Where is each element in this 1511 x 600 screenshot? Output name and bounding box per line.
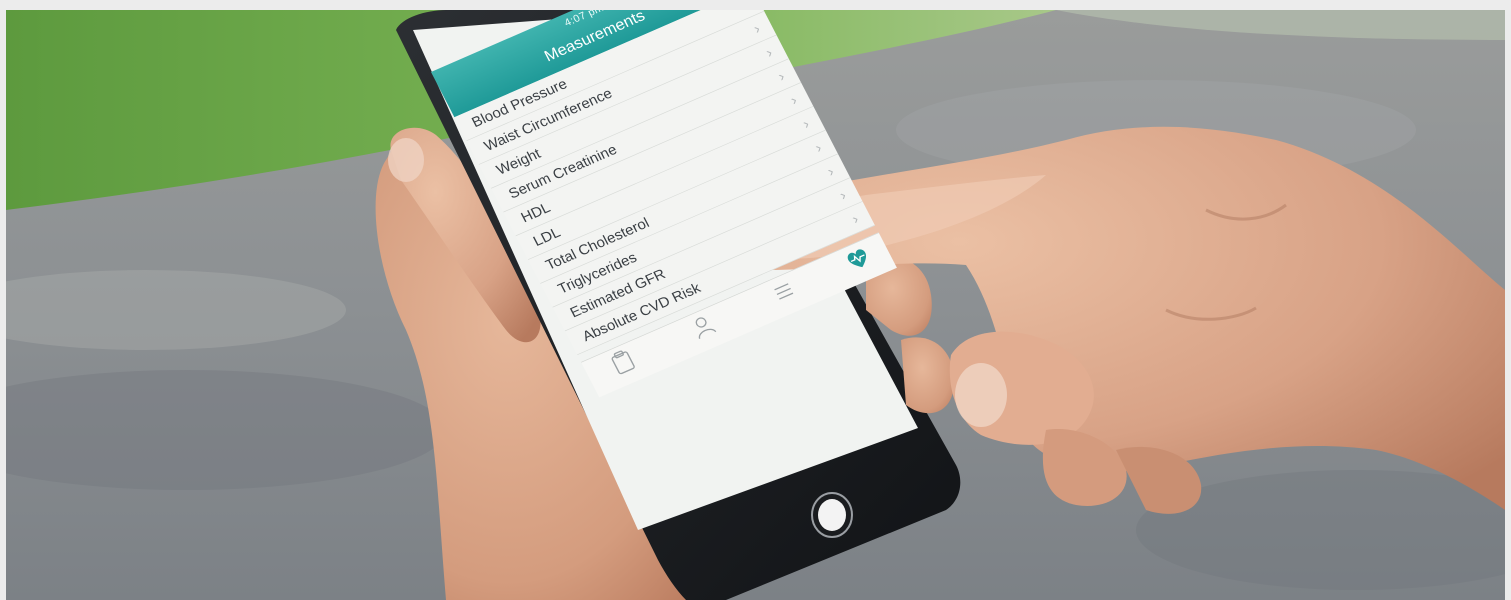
chevron-right-icon: ›: [812, 139, 825, 156]
chevron-right-icon: ›: [799, 115, 812, 132]
heart-pulse-icon: [847, 249, 867, 268]
chevron-right-icon: ›: [824, 163, 837, 180]
tab-list[interactable]: [757, 272, 811, 312]
list-icon: [774, 283, 794, 300]
chevron-right-icon: ›: [836, 186, 849, 204]
chevron-right-icon: ›: [849, 210, 862, 228]
chevron-right-icon: ›: [775, 67, 788, 85]
image-frame: 4:07 pm Measurements ? Blood Pressure› W…: [0, 0, 1511, 600]
tab-profile[interactable]: [676, 307, 730, 347]
list-item-label: LDL: [530, 223, 563, 250]
chevron-right-icon: ›: [750, 20, 763, 37]
chevron-right-icon: ›: [787, 91, 800, 109]
tab-measurements[interactable]: [831, 239, 885, 279]
photo: 4:07 pm Measurements ? Blood Pressure› W…: [6, 10, 1505, 600]
clipboard-icon: [611, 350, 635, 375]
tab-clipboard[interactable]: [596, 342, 650, 382]
chevron-right-icon: ›: [762, 44, 776, 61]
profile-icon: [695, 317, 717, 339]
